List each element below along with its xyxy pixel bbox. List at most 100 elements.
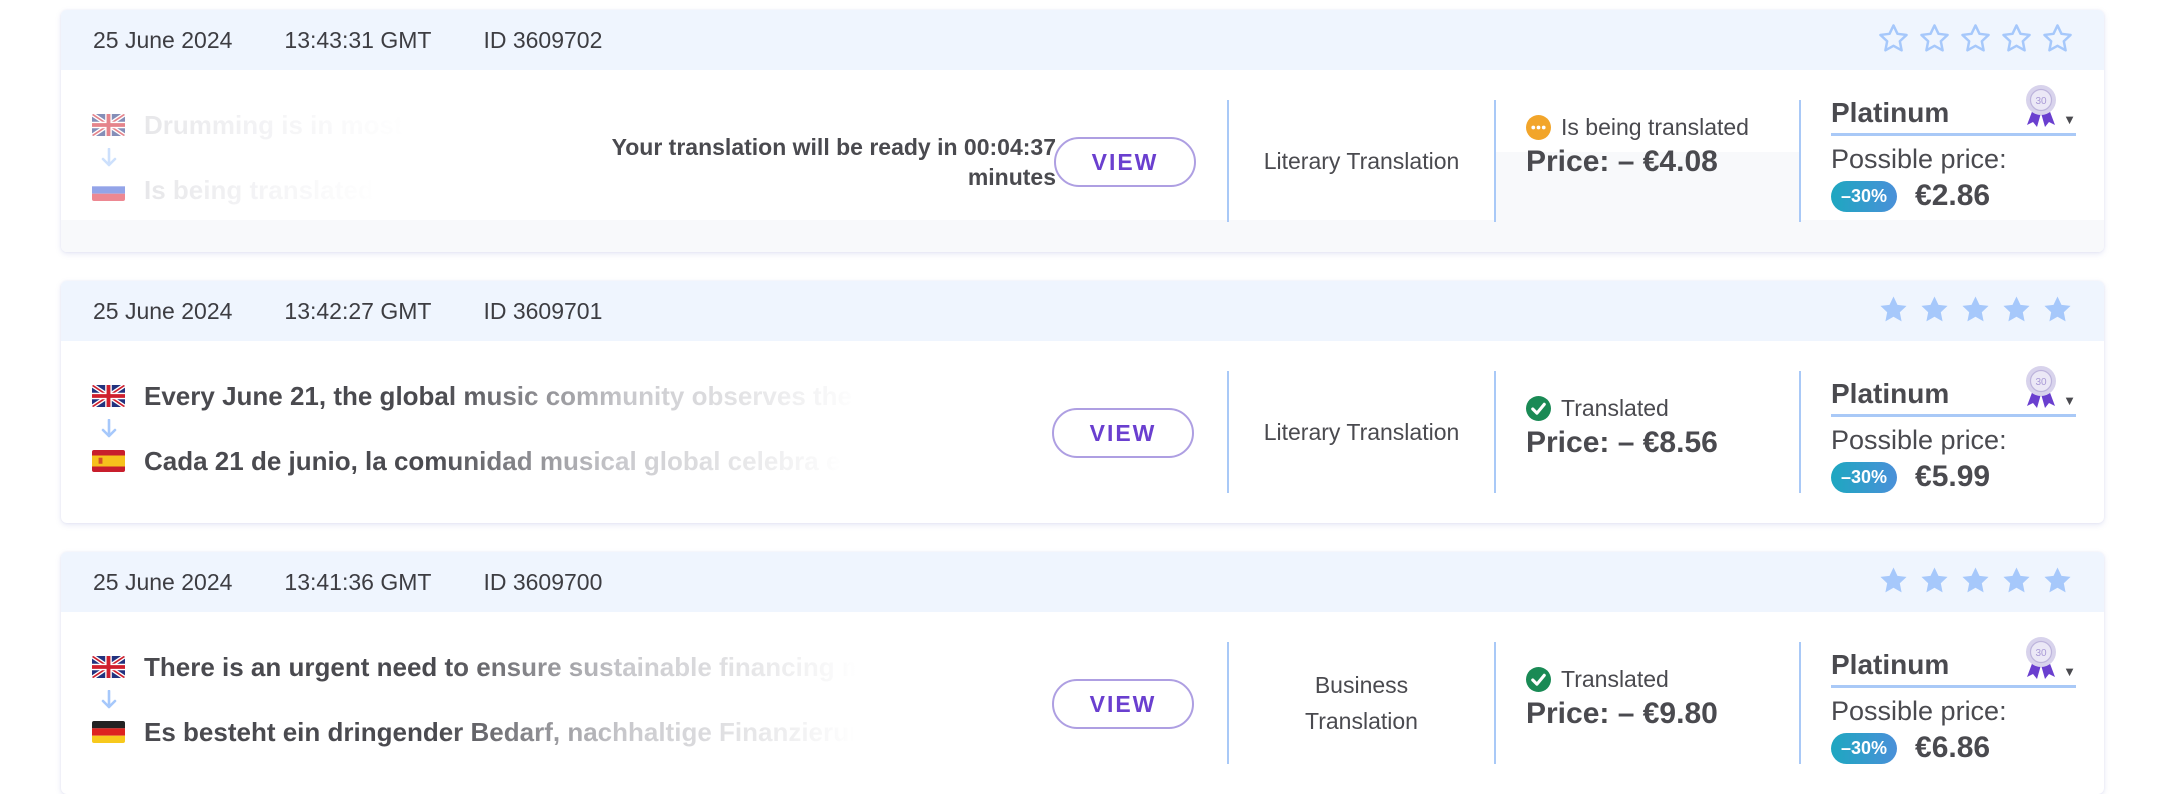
russia-flag-icon: [92, 179, 125, 201]
order-card: 25 June 2024 13:42:27 GMT ID 3609701 Eve…: [61, 281, 2104, 523]
rating-stars[interactable]: [1877, 293, 2074, 326]
order-time: 13:41:36 GMT: [284, 568, 432, 595]
divider: [1799, 100, 1801, 222]
price: Price: – €4.08: [1526, 145, 1718, 178]
order-header: 25 June 2024 13:43:31 GMT ID 3609702: [61, 10, 2104, 70]
discount-badge: –30%: [1831, 461, 1898, 493]
source-text: There is an urgent need to ensure sustai…: [144, 651, 919, 682]
source-text: Drumming is in most c: [144, 109, 404, 140]
rating-stars[interactable]: [1877, 22, 2074, 55]
arrow-down-icon: [101, 148, 117, 168]
medal-icon: [2021, 364, 2061, 410]
star-filled-icon[interactable]: [1877, 293, 1910, 326]
status-text: Translated: [1561, 395, 1669, 421]
target-text: Is being translated: [144, 174, 374, 205]
status-label: Translated: [1526, 395, 1718, 422]
view-button[interactable]: VIEW: [1052, 408, 1194, 458]
ready-countdown: Your translation will be ready in 00:04:…: [611, 134, 1056, 190]
price: Price: – €8.56: [1526, 426, 1718, 459]
service-line-2: Translation: [1305, 708, 1418, 734]
divider: [1494, 371, 1496, 493]
discount-badge: –30%: [1831, 180, 1898, 212]
medal-icon: [2021, 635, 2061, 681]
star-empty-icon[interactable]: [2041, 22, 2074, 55]
star-empty-icon[interactable]: [1918, 22, 1951, 55]
caret-down-icon[interactable]: ▼: [2063, 112, 2076, 127]
plan-name: Platinum: [1831, 97, 1950, 128]
uk-flag-icon: [92, 114, 125, 136]
plan-selector[interactable]: Platinum ▼: [1831, 367, 2076, 417]
caret-down-icon[interactable]: ▼: [2063, 664, 2076, 679]
arrow-down-icon: [101, 690, 117, 710]
star-filled-icon[interactable]: [2000, 293, 2033, 326]
star-empty-icon[interactable]: [2000, 22, 2033, 55]
pending-dots-icon: [1526, 115, 1551, 140]
divider: [1799, 371, 1801, 493]
order-time: 13:42:27 GMT: [284, 297, 432, 324]
service-type: Business Translation: [1229, 642, 1494, 764]
plan-name: Platinum: [1831, 378, 1950, 409]
status-text: Translated: [1561, 666, 1669, 692]
star-filled-icon[interactable]: [1959, 564, 1992, 597]
loading-overlay: [61, 220, 2104, 252]
possible-price-label: Possible price:: [1831, 144, 2007, 174]
uk-flag-icon: [92, 385, 125, 407]
order-id: ID 3609701: [483, 297, 603, 324]
language-pair: There is an urgent need to ensure sustai…: [92, 650, 952, 749]
plan-column: Platinum ▼ Possible price: –30% €5.99: [1831, 367, 2076, 494]
caret-down-icon[interactable]: ▼: [2063, 393, 2076, 408]
plan-selector[interactable]: Platinum ▼: [1831, 638, 2076, 688]
order-time: 13:43:31 GMT: [284, 26, 432, 53]
target-text: Cada 21 de junio, la comunidad musical g…: [144, 445, 903, 476]
order-date: 25 June 2024: [93, 297, 233, 324]
view-button[interactable]: VIEW: [1052, 679, 1194, 729]
status-column: Translated Price: – €9.80: [1526, 666, 1718, 731]
order-card: 25 June 2024 13:41:36 GMT ID 3609700 The…: [61, 552, 2104, 794]
service-type: Literary Translation: [1263, 419, 1460, 445]
star-filled-icon[interactable]: [2041, 293, 2074, 326]
order-card: 25 June 2024 13:43:31 GMT ID 3609702 Dru…: [61, 10, 2104, 252]
order-date: 25 June 2024: [93, 26, 233, 53]
order-date: 25 June 2024: [93, 568, 233, 595]
discounted-price: €2.86: [1915, 179, 1991, 212]
star-filled-icon[interactable]: [1918, 564, 1951, 597]
status-label: Is being translated: [1526, 114, 1749, 141]
uk-flag-icon: [92, 656, 125, 678]
check-circle-icon: [1526, 667, 1551, 692]
target-text: Es besteht ein dringender Bedarf, nachha…: [144, 716, 917, 747]
status-column: Translated Price: – €8.56: [1526, 395, 1718, 460]
status-label: Translated: [1526, 666, 1718, 693]
plan-selector[interactable]: Platinum ▼: [1831, 86, 2076, 136]
star-empty-icon[interactable]: [1959, 22, 1992, 55]
discount-badge: –30%: [1831, 732, 1898, 764]
possible-price-label: Possible price:: [1831, 425, 2007, 455]
service-type: Literary Translation: [1263, 148, 1460, 174]
plan-name: Platinum: [1831, 649, 1950, 680]
star-filled-icon[interactable]: [1918, 293, 1951, 326]
plan-column: Platinum ▼ Possible price: –30% €6.86: [1831, 638, 2076, 765]
plan-column: Platinum ▼ Possible price: –30% €2.86: [1831, 86, 2076, 213]
star-filled-icon[interactable]: [2000, 564, 2033, 597]
source-text: Every June 21, the global music communit…: [144, 380, 921, 411]
price: Price: – €9.80: [1526, 697, 1718, 730]
status-text: Is being translated: [1561, 114, 1749, 140]
star-filled-icon[interactable]: [1959, 293, 1992, 326]
discounted-price: €5.99: [1915, 460, 1991, 493]
order-header: 25 June 2024 13:42:27 GMT ID 3609701: [61, 281, 2104, 341]
possible-price-label: Possible price:: [1831, 696, 2007, 726]
view-button[interactable]: VIEW: [1054, 137, 1196, 187]
spain-flag-icon: [92, 450, 125, 472]
divider: [1799, 642, 1801, 764]
discounted-price: €6.86: [1915, 731, 1991, 764]
medal-icon: [2021, 83, 2061, 129]
arrow-down-icon: [101, 419, 117, 439]
order-id: ID 3609702: [483, 26, 603, 53]
rating-stars[interactable]: [1877, 564, 2074, 597]
star-filled-icon[interactable]: [2041, 564, 2074, 597]
order-id: ID 3609700: [483, 568, 603, 595]
star-empty-icon[interactable]: [1877, 22, 1910, 55]
star-filled-icon[interactable]: [1877, 564, 1910, 597]
divider: [1494, 642, 1496, 764]
check-circle-icon: [1526, 396, 1551, 421]
status-column: Is being translated Price: – €4.08: [1526, 114, 1749, 179]
